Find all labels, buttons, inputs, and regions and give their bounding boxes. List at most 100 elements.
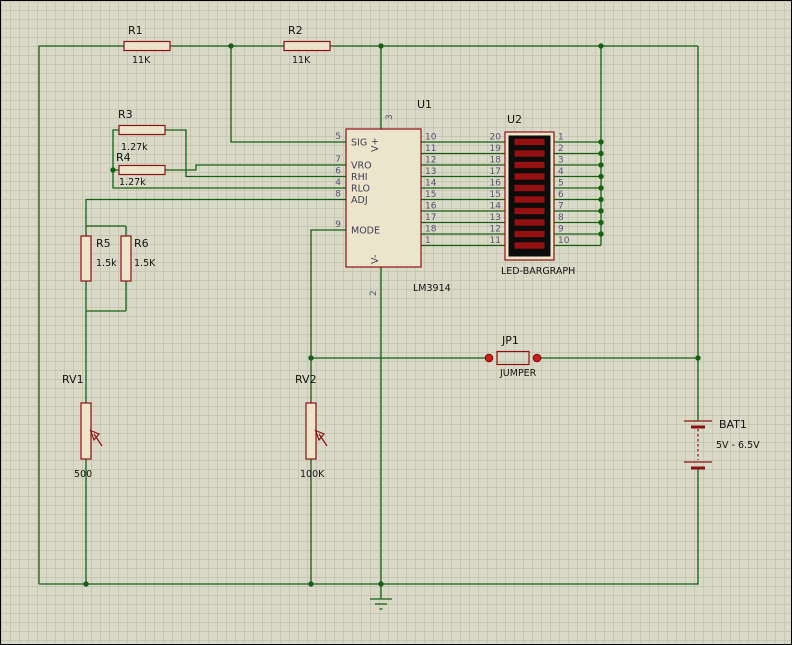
u2-pin-number: 8 — [558, 213, 564, 223]
u1-pin-name: RLO — [351, 184, 370, 195]
u2-pin-number: 6 — [558, 190, 564, 200]
led-segment — [514, 230, 545, 238]
junction-dot — [598, 150, 604, 157]
led-segment — [514, 173, 545, 180]
u1-pin-number: 1 — [425, 236, 431, 246]
u2-pin-number: 19 — [490, 144, 502, 154]
led-segment — [514, 150, 545, 157]
u1-pin-number: 9 — [335, 220, 341, 230]
r1-ref-label: R1 — [128, 24, 143, 37]
rv1-ref-label: RV1 — [62, 373, 84, 386]
junction-dot — [308, 581, 314, 587]
led-segment — [514, 138, 545, 146]
jumper-body[interactable] — [496, 350, 530, 366]
u2-pin-number: 15 — [490, 190, 501, 200]
component-r3[interactable]: R3 1.27k — [118, 108, 166, 153]
resistor-body[interactable] — [283, 40, 331, 52]
component-u2[interactable]: U2 LED-BARGRAPH 20 19 18 17 16 15 14 13 … — [490, 113, 576, 277]
junction-dot — [598, 208, 604, 214]
u2-pin-number: 18 — [490, 156, 502, 166]
junction-dot — [598, 185, 604, 191]
u2-pin-number: 3 — [558, 156, 564, 166]
component-r4[interactable]: R4 1.27k — [116, 151, 166, 188]
u2-pin-number: 10 — [558, 236, 570, 246]
component-rv1[interactable]: RV1 500 — [62, 373, 103, 480]
led-segment — [514, 242, 545, 249]
u1-pin-name: ADJ — [351, 195, 368, 206]
junction-dot — [308, 355, 314, 361]
jp1-value-label: JUMPER — [499, 368, 537, 379]
resistor-body[interactable] — [123, 40, 171, 52]
u1-pin-name-vminus: V- — [370, 255, 381, 264]
wire-r4-vro[interactable] — [165, 164, 346, 171]
resistor-body[interactable] — [118, 164, 166, 176]
wire-right-bus-lower-bottom[interactable] — [39, 468, 699, 585]
junction-dots — [83, 43, 701, 587]
wire-sig[interactable] — [230, 46, 346, 143]
junction-dot — [378, 43, 384, 49]
component-u1[interactable]: U1 LM3914 SIG VRO RHI RLO ADJ MODE 5 7 6… — [335, 98, 450, 296]
rv2-ref-label: RV2 — [295, 373, 317, 386]
schematic-svg: R1 11K R2 11K R3 1.27k R4 1.27k R5 1.5k … — [38, 24, 760, 610]
u2-pin-number: 11 — [490, 236, 501, 246]
wire-r3r4-rlo[interactable] — [112, 129, 346, 189]
u2-pin-number: 12 — [490, 225, 501, 235]
u1-pin-name-vplus: V+ — [370, 138, 381, 152]
u2-pin-number: 14 — [490, 202, 502, 212]
pot-body[interactable] — [80, 402, 92, 460]
u1-pin-number: 4 — [335, 178, 341, 188]
component-r1[interactable]: R1 11K — [123, 24, 171, 66]
junction-dot — [83, 581, 89, 587]
u1-pin-number: 6 — [335, 167, 341, 177]
junction-dot — [228, 43, 234, 49]
component-r5[interactable]: R5 1.5k — [80, 235, 117, 282]
resistor-body[interactable] — [80, 235, 92, 282]
u2-pin-number: 7 — [558, 202, 564, 212]
r5-value-label: 1.5k — [96, 258, 117, 269]
jumper-pad[interactable] — [532, 353, 542, 363]
junction-dot — [598, 231, 604, 237]
rv2-value-label: 100K — [300, 469, 325, 480]
resistor-body[interactable] — [120, 235, 132, 282]
u2-pin-number: 13 — [490, 213, 501, 223]
r3-ref-label: R3 — [118, 108, 133, 121]
r2-ref-label: R2 — [288, 24, 303, 37]
u1-pin-number: 17 — [425, 213, 436, 223]
bat1-value-label: 5V - 6.5V — [716, 440, 760, 451]
r4-value-label: 1.27k — [119, 177, 146, 188]
junction-dot — [598, 43, 604, 49]
component-bat1[interactable]: BAT1 5V - 6.5V — [684, 418, 760, 470]
resistor-body[interactable] — [118, 124, 166, 136]
u1-pin-number: 5 — [335, 132, 341, 142]
junction-dot — [598, 162, 604, 168]
ground-bars — [370, 598, 392, 610]
junction-dot — [695, 355, 701, 361]
ground-symbol[interactable] — [370, 598, 392, 610]
r2-value-label: 11K — [292, 55, 311, 66]
jumper-pad[interactable] — [484, 353, 494, 363]
u1-pin-number: 14 — [425, 179, 437, 189]
component-r6[interactable]: R6 1.5K — [120, 235, 156, 282]
led-segment — [514, 207, 545, 215]
component-r2[interactable]: R2 11K — [283, 24, 331, 66]
u2-value-label: LED-BARGRAPH — [501, 266, 575, 277]
u1-pin-number: 12 — [425, 156, 436, 166]
led-segment — [514, 219, 545, 226]
schematic-canvas: R1 11K R2 11K R3 1.27k R4 1.27k R5 1.5k … — [0, 0, 792, 645]
u1-pin-number: 8 — [335, 190, 341, 200]
u2-pin-number: 9 — [558, 225, 564, 235]
junction-dot — [598, 219, 604, 226]
u1-pin-number-top: 3 — [385, 114, 395, 120]
u1-pin-number: 16 — [425, 202, 437, 212]
bat1-ref-label: BAT1 — [719, 418, 747, 431]
junction-dot — [378, 581, 384, 587]
junction-dot — [598, 139, 604, 145]
pot-body[interactable] — [305, 402, 317, 460]
component-jp1[interactable]: JP1 JUMPER — [484, 334, 542, 379]
u1-pin-number: 10 — [425, 133, 437, 143]
r4-ref-label: R4 — [116, 151, 131, 164]
u1-pin-name: SIG — [351, 138, 367, 149]
u2-pin-number: 16 — [490, 179, 502, 189]
u1-pin-name: RHI — [351, 172, 368, 183]
u2-pin-number: 1 — [558, 133, 564, 143]
